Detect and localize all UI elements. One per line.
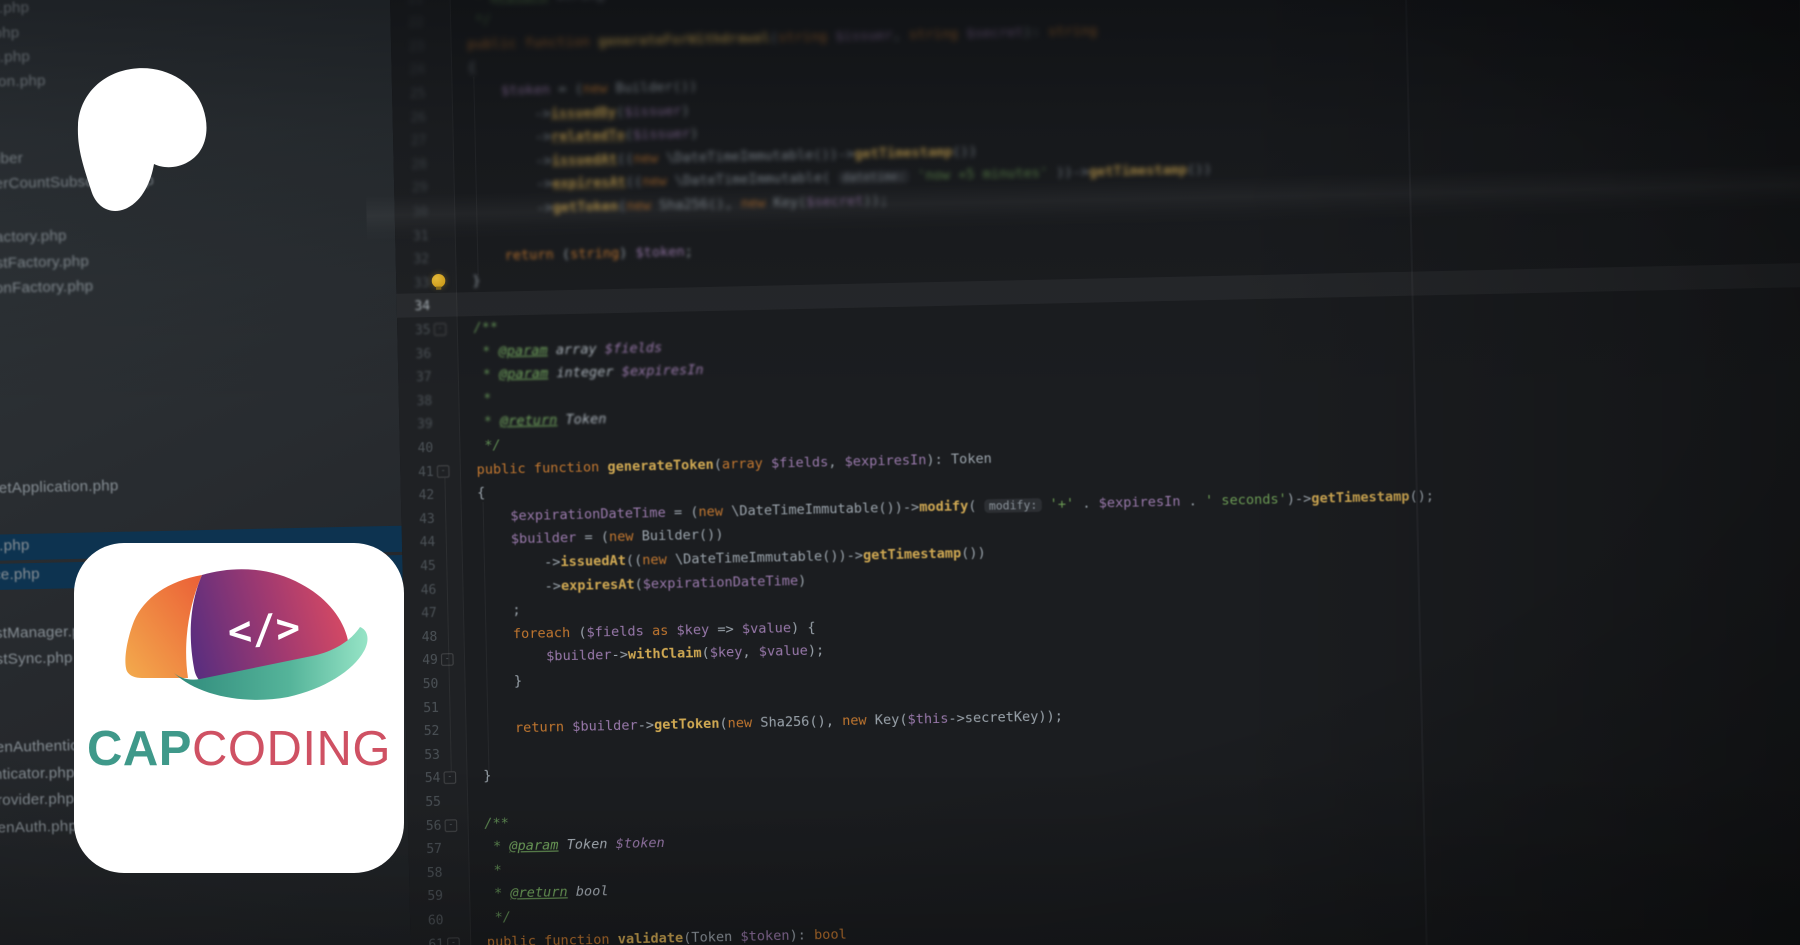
- sidebar-item-nsefactory-php[interactable]: nseFactory.php: [0, 228, 67, 253]
- sidebar-item-ubscriber[interactable]: ubscriber: [0, 150, 23, 174]
- fold-marker-icon[interactable]: -: [443, 771, 457, 785]
- sidebar-item-equestfactory-php[interactable]: equestFactory.php: [0, 253, 89, 279]
- code-text: /**: [473, 319, 499, 336]
- code-glyph: </>: [226, 605, 301, 656]
- sidebar-item-scription-php[interactable]: scription.php: [0, 73, 46, 98]
- code-text: ;: [479, 602, 521, 620]
- code-text: *: [485, 863, 502, 880]
- code-text: {: [476, 485, 486, 502]
- line-number: 49: [421, 651, 439, 668]
- code-text: * @return bool: [485, 884, 609, 903]
- fold-marker-icon[interactable]: -: [444, 818, 458, 832]
- screenshot-root: 20 *21 * @return string22 */23public fun…: [0, 0, 1800, 945]
- line-number: 28: [411, 155, 428, 172]
- brand-cap: CAP: [87, 722, 192, 776]
- sidebar-item-questsync-php[interactable]: questSync.php: [0, 650, 73, 675]
- brand-coding: CODING: [191, 722, 391, 776]
- code-text: *: [474, 390, 492, 407]
- sidebar-item-ounter-php[interactable]: ounter.php: [0, 0, 29, 24]
- sidebar-item-thenticator-php[interactable]: thenticator.php: [0, 765, 75, 790]
- line-number: 44: [419, 533, 436, 550]
- line-number: 32: [413, 250, 430, 267]
- line-number: 45: [419, 557, 437, 574]
- line-number: 29: [411, 179, 428, 196]
- line-number: 52: [423, 722, 440, 739]
- code-text: {: [467, 60, 477, 77]
- code-text: }: [483, 768, 492, 785]
- code-text: */: [475, 437, 501, 455]
- code-text: }: [481, 673, 523, 691]
- sidebar-item-tings-php[interactable]: tings.php: [0, 25, 20, 49]
- code-text: }: [472, 272, 481, 289]
- line-number: 55: [425, 793, 442, 810]
- fold-marker-icon[interactable]: -: [447, 936, 460, 945]
- line-number: 33: [413, 274, 430, 291]
- line-number: 31: [412, 226, 429, 243]
- line-number: 36: [415, 344, 432, 361]
- line-number: 35: [414, 321, 431, 338]
- patreon-logo: [77, 68, 207, 211]
- line-number: 38: [416, 392, 433, 409]
- line-number: 41: [417, 462, 434, 479]
- line-number: 47: [420, 604, 438, 621]
- line-number: 23: [408, 37, 425, 54]
- line-number: 48: [421, 628, 438, 645]
- sidebar-item-auth-php[interactable]: Auth.php: [0, 537, 30, 561]
- line-number: 25: [409, 85, 426, 102]
- code-text: * @return Token: [475, 411, 607, 431]
- sidebar-item-tokenauth-php[interactable]: TokenAuth.php: [0, 818, 77, 843]
- line-number: 51: [423, 699, 440, 716]
- line-number: 46: [420, 580, 437, 597]
- line-number: 58: [426, 864, 443, 881]
- fold-marker-icon[interactable]: -: [440, 653, 454, 667]
- sidebar-item-pelog-php[interactable]: peLog.php: [0, 49, 30, 74]
- code-text: */: [466, 12, 492, 30]
- fold-marker-icon[interactable]: -: [433, 323, 447, 336]
- line-number: 27: [410, 132, 427, 149]
- line-number: 30: [412, 203, 429, 220]
- line-number: 50: [422, 675, 439, 692]
- line-number: 22: [408, 14, 425, 31]
- capcoding-logo-card: </> CAPCODING: [74, 543, 404, 873]
- line-number: 57: [426, 840, 443, 857]
- line-number: 42: [418, 486, 435, 503]
- sidebar-item-bucketapplication-php[interactable]: bucketApplication.php: [0, 478, 119, 504]
- line-number: 59: [427, 887, 444, 904]
- code-text: /**: [484, 815, 510, 832]
- line-number: 61: [428, 935, 445, 945]
- sidebar-item-criptionfactory-php[interactable]: criptionFactory.php: [0, 278, 94, 304]
- code-text: */: [486, 910, 512, 927]
- line-number: 37: [415, 368, 432, 385]
- line-number: 60: [427, 911, 444, 928]
- line-number: 34: [414, 297, 431, 314]
- sidebar-item-ervice-php[interactable]: ervice.php: [0, 566, 40, 591]
- sidebar-item-erprovider-php[interactable]: erProvider.php: [0, 791, 75, 816]
- line-number: 43: [418, 510, 435, 527]
- line-number: 54: [424, 769, 441, 786]
- line-number: 24: [409, 61, 426, 78]
- code-cap-icon: </>: [125, 569, 368, 700]
- line-number: 56: [425, 817, 442, 834]
- fold-marker-icon[interactable]: -: [436, 464, 450, 478]
- capcoding-wordmark: CAPCODING: [74, 721, 404, 777]
- line-number: 40: [417, 439, 434, 456]
- line-number: 53: [424, 746, 441, 763]
- line-number: 39: [416, 415, 433, 432]
- line-number: 26: [410, 108, 427, 125]
